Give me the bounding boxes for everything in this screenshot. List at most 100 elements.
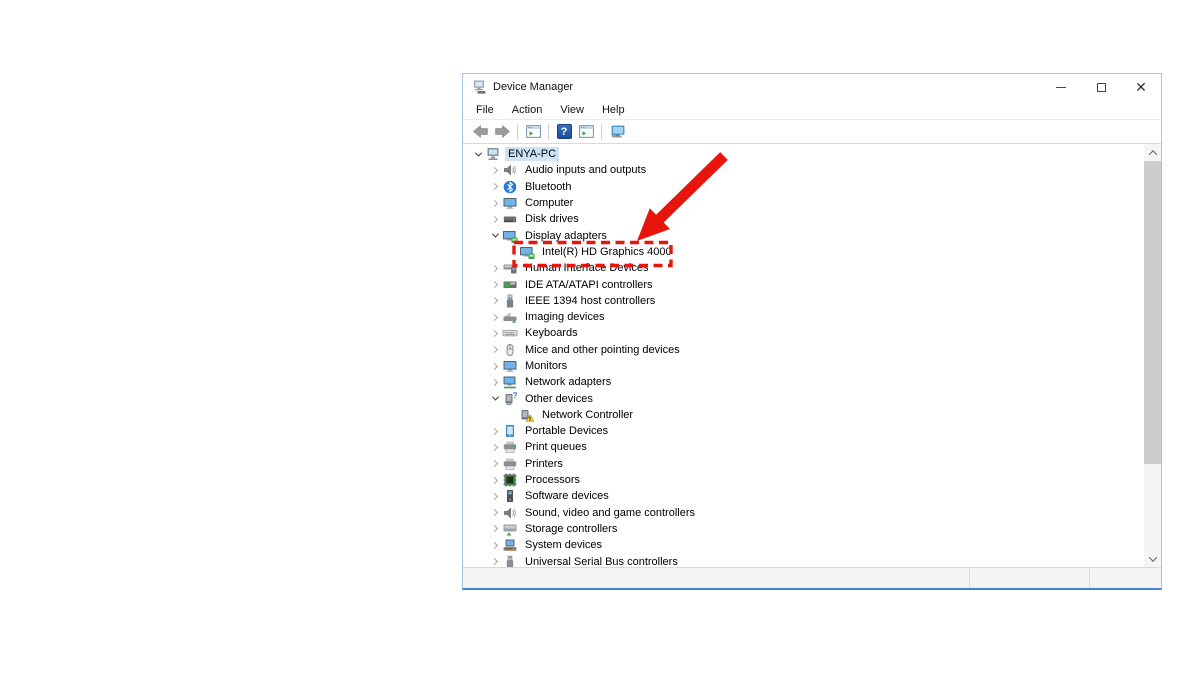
- tree-item-label: Software devices: [522, 489, 612, 503]
- computer-root-icon: [485, 146, 501, 162]
- tree-item-label: Human Interface Devices: [522, 261, 652, 275]
- chevron-collapsed-icon[interactable]: [488, 184, 502, 189]
- chevron-collapsed-icon[interactable]: [488, 364, 502, 369]
- help-button[interactable]: ?: [553, 122, 575, 142]
- device-manager-icon: [471, 79, 487, 95]
- close-button[interactable]: ✕: [1121, 74, 1161, 100]
- chevron-collapsed-icon[interactable]: [488, 494, 502, 499]
- tree-item-computer[interactable]: Computer: [463, 195, 1144, 211]
- chevron-collapsed-icon[interactable]: [488, 347, 502, 352]
- tree-item-audio-inputs-and-outputs[interactable]: Audio inputs and outputs: [463, 162, 1144, 178]
- monitor-icon: [502, 358, 518, 374]
- devices-view-button[interactable]: [606, 122, 628, 142]
- tree-item-mice-and-other-pointing-devices[interactable]: Mice and other pointing devices: [463, 342, 1144, 358]
- tree-item-processors[interactable]: Processors: [463, 472, 1144, 488]
- chevron-collapsed-icon[interactable]: [488, 266, 502, 271]
- tree-item-label: Other devices: [522, 392, 596, 406]
- tree-item-label: Printers: [522, 457, 566, 471]
- display-adapter-icon: [519, 244, 535, 260]
- chevron-collapsed-icon[interactable]: [488, 510, 502, 515]
- tree-item-ide-ata-atapi-controllers[interactable]: IDE ATA/ATAPI controllers: [463, 276, 1144, 292]
- chevron-collapsed-icon[interactable]: [488, 380, 502, 385]
- back-button[interactable]: [469, 122, 491, 142]
- tree-item-display-adapters[interactable]: Display adapters: [463, 227, 1144, 243]
- menu-action[interactable]: Action: [503, 102, 552, 118]
- chevron-collapsed-icon[interactable]: [488, 445, 502, 450]
- tree-item-label: Network adapters: [522, 375, 614, 389]
- chevron-collapsed-icon[interactable]: [488, 168, 502, 173]
- chevron-collapsed-icon[interactable]: [488, 331, 502, 336]
- tree-item-other-devices[interactable]: Other devices: [463, 390, 1144, 406]
- mouse-icon: [502, 342, 518, 358]
- chevron-down-icon: [1148, 553, 1156, 561]
- scroll-up-button[interactable]: [1144, 144, 1161, 161]
- chevron-collapsed-icon[interactable]: [488, 478, 502, 483]
- tree-item-intel-r-hd-graphics-4000[interactable]: Intel(R) HD Graphics 4000: [463, 244, 1144, 260]
- chevron-expanded-icon[interactable]: [488, 233, 502, 238]
- tree-item-print-queues[interactable]: Print queues: [463, 439, 1144, 455]
- menu-help[interactable]: Help: [593, 102, 634, 118]
- tree-item-disk-drives[interactable]: Disk drives: [463, 211, 1144, 227]
- chevron-collapsed-icon[interactable]: [488, 429, 502, 434]
- chevron-collapsed-icon[interactable]: [488, 526, 502, 531]
- storage-icon: [502, 521, 518, 537]
- usb-icon: [502, 554, 518, 567]
- tree-item-universal-serial-bus-controllers[interactable]: Universal Serial Bus controllers: [463, 553, 1144, 567]
- menu-bar: FileActionViewHelp: [463, 100, 1161, 120]
- chevron-collapsed-icon[interactable]: [488, 201, 502, 206]
- chevron-collapsed-icon[interactable]: [488, 559, 502, 564]
- forward-button[interactable]: [491, 122, 513, 142]
- chevron-collapsed-icon[interactable]: [488, 282, 502, 287]
- chevron-expanded-icon[interactable]: [488, 396, 502, 401]
- tree-item-label: Network Controller: [539, 408, 636, 422]
- minimize-button[interactable]: [1041, 74, 1081, 100]
- tree-item-software-devices[interactable]: Software devices: [463, 488, 1144, 504]
- window-title: Device Manager: [493, 81, 573, 93]
- toolbar: ?: [463, 120, 1161, 144]
- chevron-collapsed-icon[interactable]: [488, 543, 502, 548]
- tree-item-ieee-1394-host-controllers[interactable]: IEEE 1394 host controllers: [463, 293, 1144, 309]
- tree-item-label: Disk drives: [522, 212, 582, 226]
- warning-device-icon: [519, 407, 535, 423]
- tree-item-label: Portable Devices: [522, 424, 611, 438]
- tree-item-label: IDE ATA/ATAPI controllers: [522, 278, 656, 292]
- scrollbar-thumb[interactable]: [1144, 161, 1161, 464]
- disk-icon: [502, 211, 518, 227]
- tree-item-label: ENYA-PC: [505, 147, 559, 161]
- maximize-button[interactable]: [1081, 74, 1121, 100]
- tree-item-enya-pc[interactable]: ENYA-PC: [463, 146, 1144, 162]
- tree-item-monitors[interactable]: Monitors: [463, 358, 1144, 374]
- tree-item-human-interface-devices[interactable]: Human Interface Devices: [463, 260, 1144, 276]
- tree-item-network-controller[interactable]: Network Controller: [463, 407, 1144, 423]
- menu-view[interactable]: View: [551, 102, 593, 118]
- tree-item-network-adapters[interactable]: Network adapters: [463, 374, 1144, 390]
- network-icon: [502, 374, 518, 390]
- show-console-tree-button[interactable]: [522, 122, 544, 142]
- speaker-icon: [502, 162, 518, 178]
- tree-item-storage-controllers[interactable]: Storage controllers: [463, 521, 1144, 537]
- chevron-collapsed-icon[interactable]: [488, 217, 502, 222]
- hid-icon: [502, 260, 518, 276]
- tree-item-system-devices[interactable]: System devices: [463, 537, 1144, 553]
- chevron-collapsed-icon[interactable]: [488, 461, 502, 466]
- tree-item-label: Mice and other pointing devices: [522, 343, 683, 357]
- arrow-right-icon: [494, 123, 511, 140]
- show-action-pane-button[interactable]: [575, 122, 597, 142]
- tree-item-portable-devices[interactable]: Portable Devices: [463, 423, 1144, 439]
- tree-item-printers[interactable]: Printers: [463, 456, 1144, 472]
- tree-item-bluetooth[interactable]: Bluetooth: [463, 179, 1144, 195]
- toolbar-monitor-icon: [609, 123, 626, 140]
- chevron-collapsed-icon[interactable]: [488, 298, 502, 303]
- system-icon: [502, 537, 518, 553]
- status-segment: [463, 568, 969, 588]
- chevron-collapsed-icon[interactable]: [488, 315, 502, 320]
- scroll-down-button[interactable]: [1144, 550, 1161, 567]
- tree-item-sound-video-and-game-controllers[interactable]: Sound, video and game controllers: [463, 505, 1144, 521]
- tree-item-imaging-devices[interactable]: Imaging devices: [463, 309, 1144, 325]
- help-icon: ?: [557, 124, 572, 139]
- chevron-expanded-icon[interactable]: [471, 152, 485, 157]
- menu-file[interactable]: File: [467, 102, 503, 118]
- tree-item-keyboards[interactable]: Keyboards: [463, 325, 1144, 341]
- chevron-up-icon: [1148, 150, 1156, 158]
- vertical-scrollbar[interactable]: [1144, 144, 1161, 567]
